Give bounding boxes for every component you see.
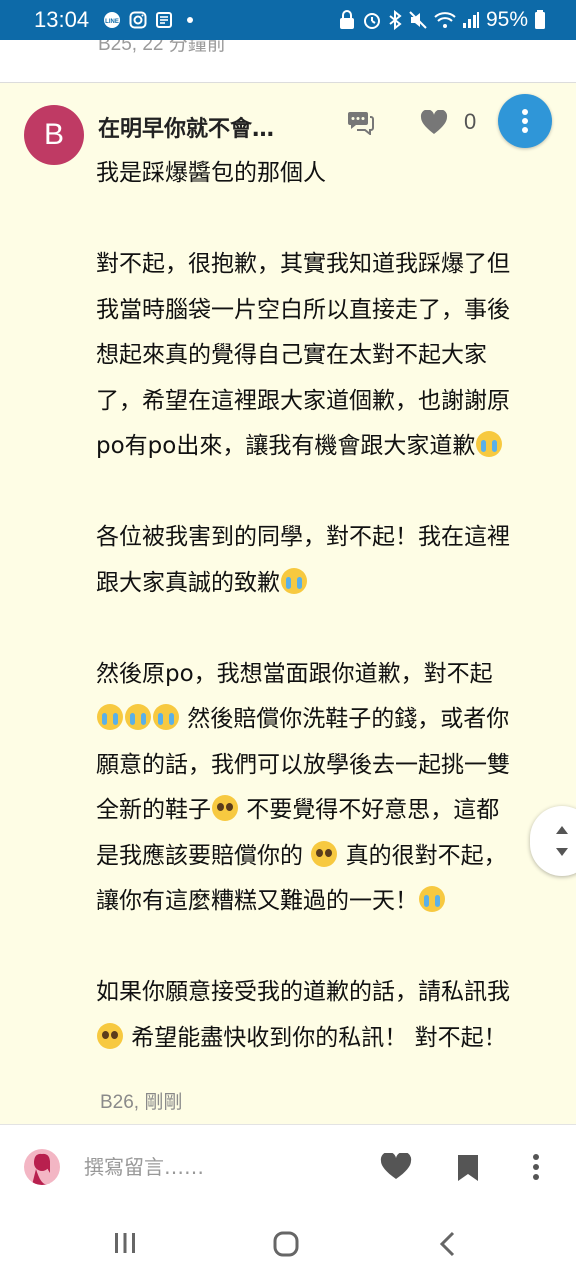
status-bar-right: 95%	[338, 8, 546, 32]
svg-text:LINE: LINE	[105, 19, 119, 25]
scroll-handle[interactable]	[530, 806, 576, 876]
status-time: 13:04	[34, 7, 90, 32]
crying-face-emoji-icon	[281, 567, 307, 594]
avatar-letter: B	[43, 118, 64, 151]
comment-paragraph: 對不起，很抱歉，其實我知道我踩爆了但 我當時腦袋一片空白所以直接走了，事後 想起來真…	[96, 242, 556, 470]
crying-face-emoji-icon	[153, 704, 179, 730]
comment-line: 然後原po，我想當面跟你道歉，對不起	[96, 652, 556, 698]
comment-line: 各位被我害到的同學，對不起！我在這裡	[96, 515, 556, 561]
author-avatar[interactable]: B	[24, 105, 84, 165]
crying-face-emoji-icon	[476, 431, 503, 457]
comment-paragraph: 各位被我害到的同學，對不起！我在這裡 跟大家真誠的致歉	[96, 515, 556, 606]
my-avatar[interactable]	[24, 1149, 60, 1185]
like-count: 0	[464, 109, 477, 134]
comment-text: 全新的鞋子	[96, 797, 211, 823]
comment-line: 讓你有這麼糟糕又難過的一天！	[96, 879, 556, 925]
status-bar: 13:04 LINE 95%	[0, 0, 576, 40]
comment-meta: B26, 剛剛	[100, 1092, 183, 1113]
comment-line: 了，希望在這裡跟大家道個歉，也謝謝原	[96, 379, 556, 425]
comment-bar	[0, 1124, 576, 1211]
comment-line: 如果你願意接受我的道歉的話，請私訊我	[96, 970, 556, 1016]
pleading-face-emoji-icon	[212, 795, 238, 821]
comment-text: 願意的話，我們可以放學後去一起挑一雙	[96, 751, 510, 778]
lock-icon	[339, 10, 354, 29]
alarm-icon	[363, 13, 380, 29]
signal-icon	[462, 12, 479, 28]
scroll-arrows-icon	[556, 826, 568, 856]
comment-text: 了，希望在這裡跟大家道個歉，也謝謝原	[96, 387, 510, 414]
comment-text: 各位被我害到的同學，對不起！我在這裡	[96, 524, 510, 550]
pleading-face-emoji-icon	[311, 840, 338, 867]
comment-line: 願意的話，我們可以放學後去一起挑一雙	[96, 743, 556, 789]
pleading-face-emoji-icon	[97, 1022, 123, 1049]
battery-icon	[535, 10, 545, 29]
comment-text: 希望能盡快收到你的私訊！ 對不起！	[124, 1024, 507, 1051]
comment-text: 如果你願意接受我的道歉的話，請私訊我	[96, 979, 510, 1005]
comment-line: 希望能盡快收到你的私訊！ 對不起！	[96, 1016, 556, 1062]
system-nav-bar	[0, 1210, 576, 1280]
comment-text: 然後賠償你洗鞋子的錢，或者你	[180, 706, 510, 732]
comment-card: B 在明早你就不會… 0 我是踩爆醬包的那個人對不起，很抱歉，其實我知道我踩爆了…	[0, 83, 576, 1124]
instagram-icon	[129, 11, 147, 29]
comment-text: 然後原po，我想當面跟你道歉，對不起	[96, 660, 493, 687]
comment-line: 對不起，很抱歉，其實我知道我踩爆了但	[96, 242, 556, 288]
more-vertical-icon[interactable]	[532, 1153, 540, 1181]
comment-text: 想起來真的覺得自己實在太對不起大家	[96, 342, 487, 368]
bookmark-icon[interactable]	[456, 1153, 480, 1183]
comment-text: 不要覺得不好意思，這都	[239, 797, 500, 823]
previous-comment-meta: B25, 22 分鐘前	[98, 40, 226, 55]
news-icon	[155, 11, 173, 29]
home-button[interactable]	[272, 1230, 300, 1258]
comment-text: 我是踩爆醬包的那個人	[96, 160, 326, 186]
heart-icon[interactable]	[380, 1153, 412, 1181]
heart-icon[interactable]	[420, 110, 448, 136]
comment-paragraph: 然後原po，我想當面跟你道歉，對不起 然後賠償你洗鞋子的錢，或者你願意的話，我們…	[96, 652, 556, 925]
comment-line: 想起來真的覺得自己實在太對不起大家	[96, 333, 556, 379]
comment-line: 全新的鞋子 不要覺得不好意思，這都	[96, 788, 556, 834]
comment-text: 是我應該要賠償你的	[96, 842, 311, 869]
previous-comment[interactable]: B25, 22 分鐘前	[0, 40, 576, 83]
comment-text: 讓你有這麼糟糕又難過的一天！	[96, 888, 418, 914]
notification-dot	[187, 17, 194, 23]
comment-text: 真的很對不起，	[338, 842, 507, 869]
user-silhouette-icon	[32, 1153, 50, 1185]
more-vertical-icon	[522, 109, 528, 133]
comment-line: 是我應該要賠償你的 真的很對不起，	[96, 834, 556, 880]
crying-face-emoji-icon	[125, 704, 151, 730]
line-icon: LINE	[103, 11, 121, 29]
wifi-icon	[434, 12, 456, 28]
author-name[interactable]: 在明早你就不會…	[98, 111, 274, 143]
comment-text: po有po出來，讓我有機會跟大家道歉	[96, 433, 476, 459]
recent-apps-button[interactable]	[112, 1230, 138, 1256]
comment-line: 然後賠償你洗鞋子的錢，或者你	[96, 697, 556, 743]
comment-text: 對不起，很抱歉，其實我知道我踩爆了但	[96, 251, 510, 277]
comment-paragraph: 如果你願意接受我的道歉的話，請私訊我 希望能盡快收到你的私訊！ 對不起！	[96, 970, 556, 1061]
comment-input[interactable]	[84, 1151, 344, 1183]
back-button[interactable]	[436, 1230, 460, 1258]
comment-paragraph: 我是踩爆醬包的那個人	[96, 151, 556, 197]
status-bar-left: 13:04 LINE	[34, 7, 194, 33]
reply-icon[interactable]	[346, 109, 374, 135]
comment-line: po有po出來，讓我有機會跟大家道歉	[96, 424, 556, 470]
comment-line: 跟大家真誠的致歉	[96, 561, 556, 607]
battery-percent: 95%	[485, 8, 528, 31]
mute-icon	[409, 11, 427, 29]
comment-text: 我當時腦袋一片空白所以直接走了，事後	[96, 296, 510, 323]
more-options-button[interactable]	[498, 94, 552, 148]
bluetooth-icon	[389, 10, 402, 30]
crying-face-emoji-icon	[97, 704, 123, 730]
comment-line: 我是踩爆醬包的那個人	[96, 151, 556, 197]
comment-body: 我是踩爆醬包的那個人對不起，很抱歉，其實我知道我踩爆了但 我當時腦袋一片空白所以直…	[96, 151, 556, 1061]
comment-line: 我當時腦袋一片空白所以直接走了，事後	[96, 288, 556, 334]
crying-face-emoji-icon	[419, 886, 445, 912]
comment-text: 跟大家真誠的致歉	[96, 569, 280, 596]
